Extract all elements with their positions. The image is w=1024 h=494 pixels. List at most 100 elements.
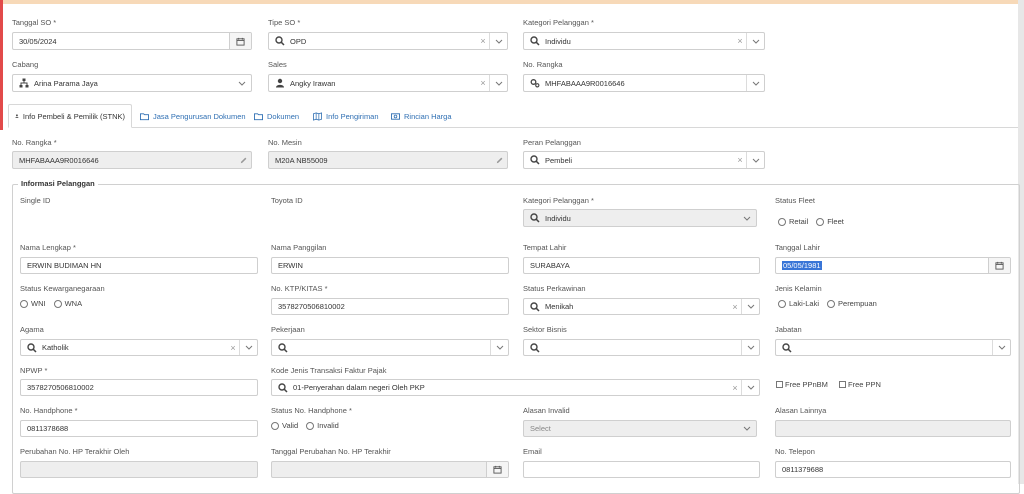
tanggal-so-input[interactable]: 30/05/2024 [12, 32, 252, 50]
search-icon [278, 343, 288, 353]
alasan-invalid-select[interactable]: Select [523, 420, 757, 437]
tanggal-perubahan-input[interactable] [271, 461, 509, 478]
free-ppnbm-checkbox[interactable]: Free PPnBM [776, 380, 828, 389]
tab-rincian-harga[interactable]: Rincian Harga [391, 104, 452, 128]
agama-clear-icon[interactable]: × [227, 343, 239, 353]
tipe-so-label: Tipe SO * [268, 18, 301, 27]
free-ppn-checkbox[interactable]: Free PPN [839, 380, 881, 389]
radio-wni[interactable] [20, 299, 28, 308]
no-rangka-chevron-down-icon[interactable] [746, 75, 764, 91]
no-rangka-pencil-icon[interactable] [235, 156, 251, 165]
tanggal-lahir-input[interactable]: 05/05/1981 [775, 257, 1011, 274]
kategori-pelanggan-value: Individu [545, 36, 571, 46]
jabatan-chevron-down-icon[interactable] [992, 340, 1010, 355]
cabang-label: Cabang [12, 60, 39, 69]
status-hp-radio-group[interactable]: Valid Invalid [271, 421, 339, 430]
radio-laki-laki[interactable] [778, 299, 786, 308]
tipe-so-chevron-down-icon[interactable] [489, 33, 507, 49]
user-icon [275, 78, 285, 88]
tempat-lahir-input[interactable]: SURABAYA [523, 257, 760, 274]
tab-dokumen[interactable]: Dokumen [254, 104, 299, 128]
sales-clear-icon[interactable]: × [477, 78, 489, 88]
kategori-info-chevron-down-icon[interactable] [738, 210, 756, 226]
radio-valid[interactable] [271, 421, 279, 430]
sektor-bisnis-chevron-down-icon[interactable] [741, 340, 759, 355]
nama-panggilan-label: Nama Panggilan [271, 243, 327, 252]
radio-wna[interactable] [53, 299, 62, 308]
radio-perempuan[interactable] [827, 299, 836, 308]
radio-invalid[interactable] [306, 421, 315, 430]
sales-select[interactable]: Angky Irawan × [268, 74, 508, 92]
nama-panggilan-input[interactable]: ERWIN [271, 257, 509, 274]
radio-fleet[interactable] [816, 217, 825, 226]
sales-value: Angky Irawan [290, 78, 336, 88]
status-perkawinan-chevron-down-icon[interactable] [741, 299, 759, 314]
alasan-invalid-chevron-down-icon[interactable] [738, 421, 756, 436]
peran-pelanggan-label: Peran Pelanggan [523, 138, 581, 147]
free-ppnbm-box[interactable] [776, 381, 783, 388]
no-rangka-input[interactable]: MHFABAAA9R0016646 [12, 151, 252, 169]
pekerjaan-chevron-down-icon[interactable] [490, 340, 508, 355]
agama-chevron-down-icon[interactable] [239, 340, 257, 355]
tanggal-so-calendar-button[interactable] [229, 33, 251, 49]
kategori-pelanggan-clear-icon[interactable]: × [734, 36, 746, 46]
alasan-lainnya-input[interactable] [775, 420, 1011, 437]
cabang-value: Arina Parama Jaya [34, 78, 98, 88]
calendar-icon [493, 465, 502, 474]
free-ppn-box[interactable] [839, 381, 846, 388]
cabang-chevron-down-icon[interactable] [233, 75, 251, 91]
sales-chevron-down-icon[interactable] [489, 75, 507, 91]
kategori-pelanggan-chevron-down-icon[interactable] [746, 33, 764, 49]
status-fleet-radio-group[interactable]: Retail Fleet [778, 217, 844, 226]
ktp-input[interactable]: 3578270506810002 [271, 298, 509, 315]
email-input[interactable] [523, 461, 760, 478]
tipe-so-clear-icon[interactable]: × [477, 36, 489, 46]
no-mesin-input[interactable]: M20A NB55009 [268, 151, 508, 169]
tab-info-pengiriman[interactable]: Info Pengiriman [313, 104, 379, 128]
no-rangka-header-select[interactable]: MHFABAAA9R0016646 [523, 74, 765, 92]
kode-pajak-clear-icon[interactable]: × [729, 383, 741, 393]
user-icon [15, 112, 19, 120]
tanggal-perubahan-calendar-button[interactable] [486, 462, 508, 477]
search-icon [278, 383, 288, 393]
kode-pajak-label: Kode Jenis Transaksi Faktur Pajak [271, 366, 387, 375]
kode-pajak-select[interactable]: 01-Penyerahan dalam negeri Oleh PKP × [271, 379, 760, 396]
status-perkawinan-clear-icon[interactable]: × [729, 302, 741, 312]
nama-lengkap-input[interactable]: ERWIN BUDIMAN HN [20, 257, 258, 274]
tab-info-pembeli[interactable]: Info Pembeli & Pemilik (STNK) [8, 104, 132, 128]
pekerjaan-select[interactable] [271, 339, 509, 356]
peran-pelanggan-clear-icon[interactable]: × [734, 155, 746, 165]
kategori-pelanggan-select[interactable]: Individu × [523, 32, 765, 50]
perubahan-oleh-input[interactable] [20, 461, 258, 478]
agama-select[interactable]: Katholik × [20, 339, 258, 356]
status-perkawinan-select[interactable]: Menikah × [523, 298, 760, 315]
handphone-input[interactable]: 0811378688 [20, 420, 258, 437]
radio-wna-label: WNA [64, 299, 83, 308]
kewarganegaraan-radio-group[interactable]: WNI WNA [20, 299, 82, 308]
map-icon [313, 112, 322, 121]
radio-perempuan-label: Perempuan [838, 299, 877, 308]
tipe-so-value: OPD [290, 36, 307, 46]
tab-dokumen-label: Dokumen [267, 111, 300, 121]
npwp-input[interactable]: 3578270506810002 [20, 379, 258, 396]
tanggal-lahir-calendar-button[interactable] [988, 258, 1010, 273]
kategori-info-select[interactable]: Individu [523, 209, 757, 227]
telepon-input[interactable]: 0811379688 [775, 461, 1011, 478]
no-mesin-label: No. Mesin [268, 138, 302, 147]
handphone-value: 0811378688 [27, 424, 69, 433]
tipe-so-select[interactable]: OPD × [268, 32, 508, 50]
jabatan-select[interactable] [775, 339, 1011, 356]
cabang-select[interactable]: Arina Parama Jaya [12, 74, 252, 92]
tempat-lahir-label: Tempat Lahir [523, 243, 567, 252]
radio-invalid-label: Invalid [317, 421, 339, 430]
informasi-pelanggan-legend: Informasi Pelanggan [18, 179, 98, 188]
tab-jasa-pengurusan-dokumen[interactable]: Jasa Pengurusan Dokumen [140, 104, 246, 128]
peran-pelanggan-select[interactable]: Pembeli × [523, 151, 765, 169]
sektor-bisnis-select[interactable] [523, 339, 760, 356]
kode-pajak-chevron-down-icon[interactable] [741, 380, 759, 395]
no-rangka-header-label: No. Rangka [523, 60, 563, 69]
jenis-kelamin-radio-group[interactable]: Laki-Laki Perempuan [778, 299, 877, 308]
no-mesin-pencil-icon[interactable] [491, 156, 507, 165]
radio-retail[interactable] [778, 217, 786, 226]
peran-pelanggan-chevron-down-icon[interactable] [746, 152, 764, 168]
